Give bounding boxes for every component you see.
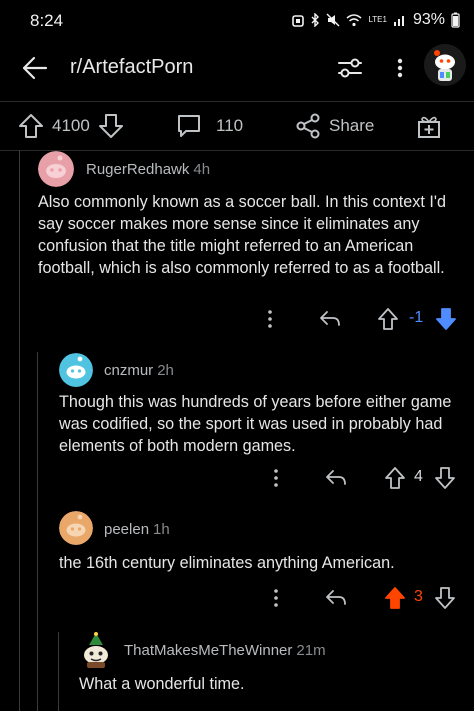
avatar[interactable] — [79, 631, 113, 669]
comment-author[interactable]: RugerRedhawk 4h — [86, 161, 210, 178]
reply-icon[interactable] — [324, 586, 348, 610]
comment-body: What a wonderful time. — [79, 675, 245, 693]
comment: cnzmur 2h Though this was hundreds of yea… — [0, 352, 474, 502]
comment-body: Also commonly known as a soccer ball. In… — [38, 193, 446, 277]
author-name: ThatMakesMeTheWinner — [124, 642, 293, 659]
header: r/ArtefactPorn — [0, 40, 474, 100]
status-time: 8:24 — [30, 11, 64, 30]
downvote-icon[interactable] — [435, 307, 457, 331]
snoo-avatar-icon — [59, 511, 93, 545]
signal-icon — [393, 16, 404, 26]
battery-label: 93% — [412, 11, 445, 28]
comment-age: 1h — [153, 521, 170, 538]
upvote-icon[interactable] — [18, 113, 44, 139]
comment-author[interactable]: cnzmur 2h — [104, 362, 174, 379]
comment-count: 110 — [216, 116, 244, 135]
author-name: RugerRedhawk — [86, 161, 190, 178]
post-score: 4100 — [52, 116, 90, 135]
status-bar: 8:24 LTE1 93% — [0, 0, 474, 40]
comment: peelen 1h the 16th century eliminates any… — [0, 510, 474, 620]
comment-body: the 16th century eliminates anything Ame… — [59, 554, 395, 572]
network-label: LTE1 — [368, 15, 387, 24]
user-avatar[interactable] — [424, 44, 466, 86]
more-options-icon[interactable] — [262, 307, 278, 331]
comment-age: 2h — [157, 362, 174, 379]
battery-icon — [451, 12, 460, 28]
award-gift-icon[interactable] — [416, 113, 442, 139]
mute-icon — [326, 13, 340, 27]
avatar[interactable] — [38, 151, 74, 187]
comment-body: Though this was hundreds of years before… — [59, 393, 452, 455]
post-action-bar: 4100 110 Share — [0, 101, 474, 151]
snoo-avatar-icon — [84, 632, 108, 668]
reply-icon[interactable] — [324, 466, 348, 490]
sort-filter-icon[interactable] — [336, 54, 364, 82]
upvote-icon[interactable] — [377, 307, 399, 331]
wifi-icon — [346, 14, 362, 27]
subreddit-title[interactable]: r/ArtefactPorn — [70, 56, 193, 79]
comment-author[interactable]: peelen 1h — [104, 521, 170, 538]
comment-score: 3 — [414, 588, 423, 605]
comment-age: 21m — [296, 642, 326, 659]
share-button[interactable]: Share — [295, 113, 374, 139]
comment-actions: 3 — [0, 586, 474, 612]
more-options-icon[interactable] — [390, 54, 410, 82]
author-name: peelen — [104, 521, 150, 538]
status-icons: LTE1 93% — [292, 11, 460, 29]
back-arrow-icon[interactable] — [20, 54, 48, 82]
downvote-icon[interactable] — [434, 586, 456, 610]
comments-button[interactable]: 110 — [176, 113, 243, 139]
snoo-avatar-icon — [38, 151, 74, 187]
author-name: cnzmur — [104, 362, 154, 379]
comment: RugerRedhawk 4h Also commonly known as a … — [0, 150, 474, 340]
comment-icon — [178, 115, 200, 137]
avatar[interactable] — [59, 511, 93, 545]
upvote-icon[interactable] — [384, 466, 406, 490]
comment-score: -1 — [409, 309, 424, 326]
snoo-avatar-icon — [424, 44, 466, 86]
reply-icon[interactable] — [318, 307, 342, 331]
comment-age: 4h — [193, 161, 211, 178]
comment-actions: 4 — [0, 466, 474, 492]
downvote-icon[interactable] — [98, 113, 124, 139]
avatar[interactable] — [59, 353, 93, 387]
snoo-avatar-icon — [59, 353, 93, 387]
vote-group: 4100 — [18, 113, 124, 139]
more-options-icon[interactable] — [268, 466, 284, 490]
notification-icon — [292, 15, 305, 27]
more-options-icon[interactable] — [268, 586, 284, 610]
upvote-icon[interactable] — [384, 586, 406, 610]
share-icon — [296, 113, 320, 139]
comment-score: 4 — [414, 468, 423, 485]
comment-author[interactable]: ThatMakesMeTheWinner 21m — [124, 642, 326, 659]
comment-actions: -1 — [0, 307, 474, 333]
bluetooth-icon — [311, 13, 320, 27]
downvote-icon[interactable] — [434, 466, 456, 490]
comment: ThatMakesMeTheWinner 21m What a wonderful… — [0, 630, 474, 711]
share-label: Share — [329, 116, 375, 135]
